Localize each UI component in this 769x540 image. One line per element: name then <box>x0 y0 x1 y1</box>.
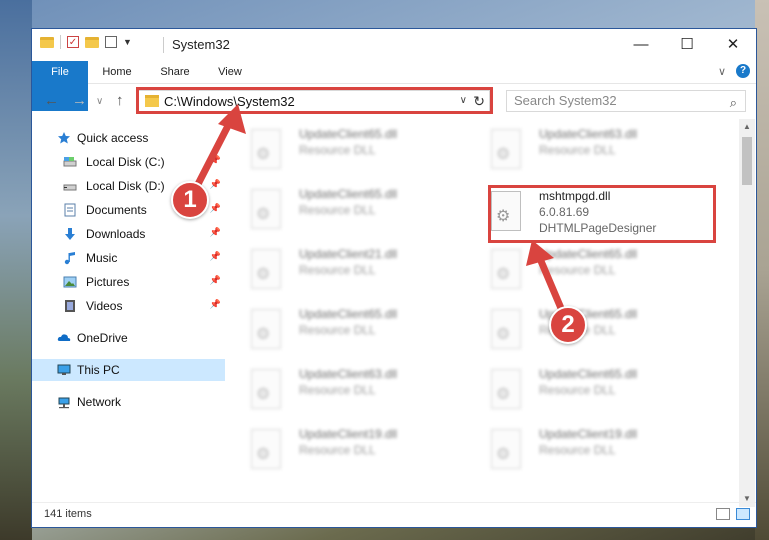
step-badge-2: 2 <box>549 306 587 344</box>
step-badge-1: 1 <box>171 181 209 219</box>
arrow-to-address-bar <box>191 114 236 194</box>
annotation-arrows <box>191 104 570 324</box>
